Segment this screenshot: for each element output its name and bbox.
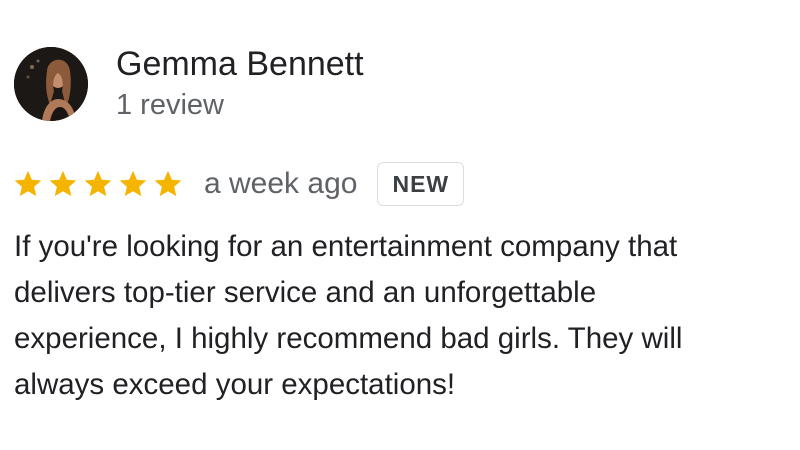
review-card: Gemma Bennett 1 review a week ago NEW If… <box>0 0 800 450</box>
star-icon <box>84 170 112 197</box>
review-timestamp: a week ago <box>204 167 358 200</box>
new-badge: NEW <box>377 162 465 206</box>
star-rating <box>12 168 184 200</box>
star-icon <box>154 170 182 197</box>
star-icon <box>119 170 147 197</box>
review-text-line: If you're looking for an entertainment c… <box>14 230 678 263</box>
review-text: If you're looking for an entertainment c… <box>14 224 794 408</box>
star-icon <box>49 170 77 197</box>
avatar[interactable] <box>14 47 88 121</box>
review-count: 1 review <box>116 89 224 121</box>
review-text-line: always exceed your expectations! <box>14 368 456 401</box>
review-text-line: delivers top-tier service and an unforge… <box>14 276 597 309</box>
review-text-line: experience, I highly recommend bad girls… <box>14 322 683 355</box>
reviewer-name[interactable]: Gemma Bennett <box>116 44 364 84</box>
star-icon <box>14 170 42 197</box>
avatar-photo <box>14 47 88 121</box>
rating-row: a week ago NEW <box>12 160 465 208</box>
